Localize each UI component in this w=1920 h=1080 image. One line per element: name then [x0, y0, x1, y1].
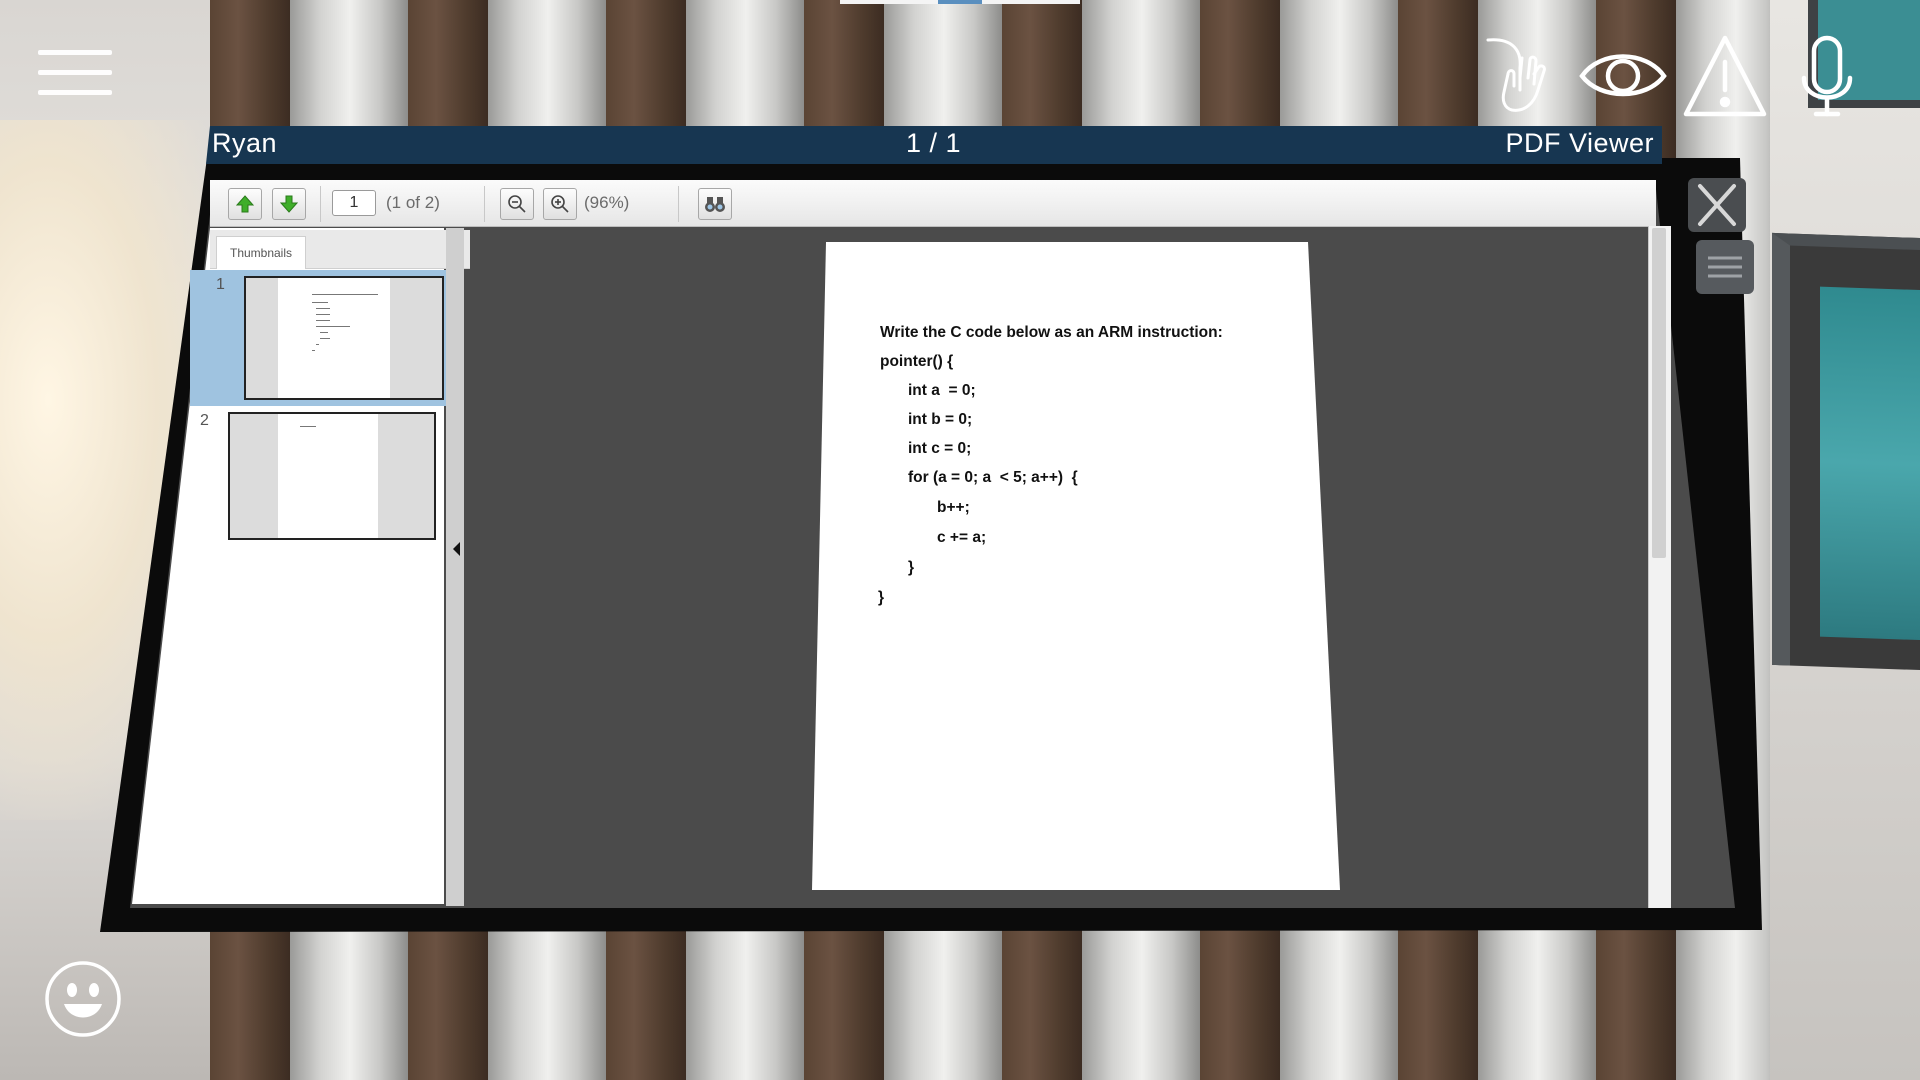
thumbnail-image [244, 276, 444, 400]
arrow-up-icon [235, 195, 255, 213]
window-page-indicator: 1 / 1 [906, 128, 962, 158]
ceiling-fixture [840, 0, 1080, 4]
zoom-out-button[interactable] [500, 188, 534, 220]
close-icon [1698, 184, 1736, 226]
close-window-button[interactable] [1688, 178, 1746, 232]
thumbnail-page-1[interactable]: 1 [190, 270, 452, 406]
microphone-icon[interactable] [1782, 34, 1872, 120]
tab-thumbnails[interactable]: Thumbnails [216, 236, 306, 269]
thumbnail-number: 1 [216, 276, 225, 293]
document-line: int a = 0; [908, 382, 976, 399]
document-line: b++; [937, 499, 970, 516]
document-line: } [878, 589, 885, 606]
raise-hand-icon[interactable] [1480, 34, 1570, 120]
page-count-label: (1 of 2) [386, 193, 440, 212]
list-icon [1708, 256, 1742, 278]
sidebar-splitter[interactable] [446, 228, 464, 906]
smiley-icon[interactable] [44, 960, 122, 1038]
zoom-in-icon [551, 195, 569, 213]
window-user-name: Ryan [212, 128, 278, 158]
hamburger-menu-icon[interactable] [38, 50, 112, 98]
pdf-page-1: Write the C code below as an ARM instruc… [812, 242, 1340, 890]
document-line: int c = 0; [908, 440, 972, 457]
window-app-title: PDF Viewer [1505, 128, 1654, 158]
previous-page-button[interactable] [228, 188, 262, 220]
thumbnail-page-2[interactable]: 2 [190, 408, 452, 544]
binoculars-icon [705, 197, 725, 212]
zoom-level-label: (96%) [584, 193, 630, 212]
zoom-out-icon [508, 195, 526, 213]
warning-icon[interactable] [1680, 34, 1770, 120]
document-line: } [908, 559, 915, 576]
page-number-input[interactable] [332, 190, 376, 216]
scrollbar-thumb[interactable] [1652, 228, 1666, 558]
pdf-toolbar: (1 of 2) (96%) [210, 180, 1656, 227]
collapse-sidebar-icon[interactable] [453, 542, 460, 556]
thumbnail-image [228, 412, 436, 540]
zoom-in-button[interactable] [543, 188, 577, 220]
toolbar-separator [678, 186, 679, 222]
toolbar-separator [484, 186, 485, 222]
document-line: int b = 0; [908, 411, 973, 428]
wall-painting [1772, 232, 1920, 672]
find-button[interactable] [698, 188, 732, 220]
eye-icon[interactable] [1578, 34, 1668, 120]
toolbar-separator [320, 186, 321, 222]
sidebar-tabs: Thumbnails [210, 230, 470, 269]
document-line: pointer() { [880, 353, 954, 370]
document-line: c += a; [937, 529, 987, 546]
window-options-button[interactable] [1696, 240, 1754, 294]
arrow-down-icon [279, 195, 299, 213]
document-line: for (a = 0; a < 5; a++) { [908, 469, 1078, 486]
document-line: Write the C code below as an ARM instruc… [880, 324, 1223, 341]
window-title-bar: Ryan 1 / 1 PDF Viewer [206, 126, 1662, 164]
vertical-scrollbar[interactable] [1648, 226, 1671, 908]
next-page-button[interactable] [272, 188, 306, 220]
thumbnail-number: 2 [200, 412, 209, 429]
